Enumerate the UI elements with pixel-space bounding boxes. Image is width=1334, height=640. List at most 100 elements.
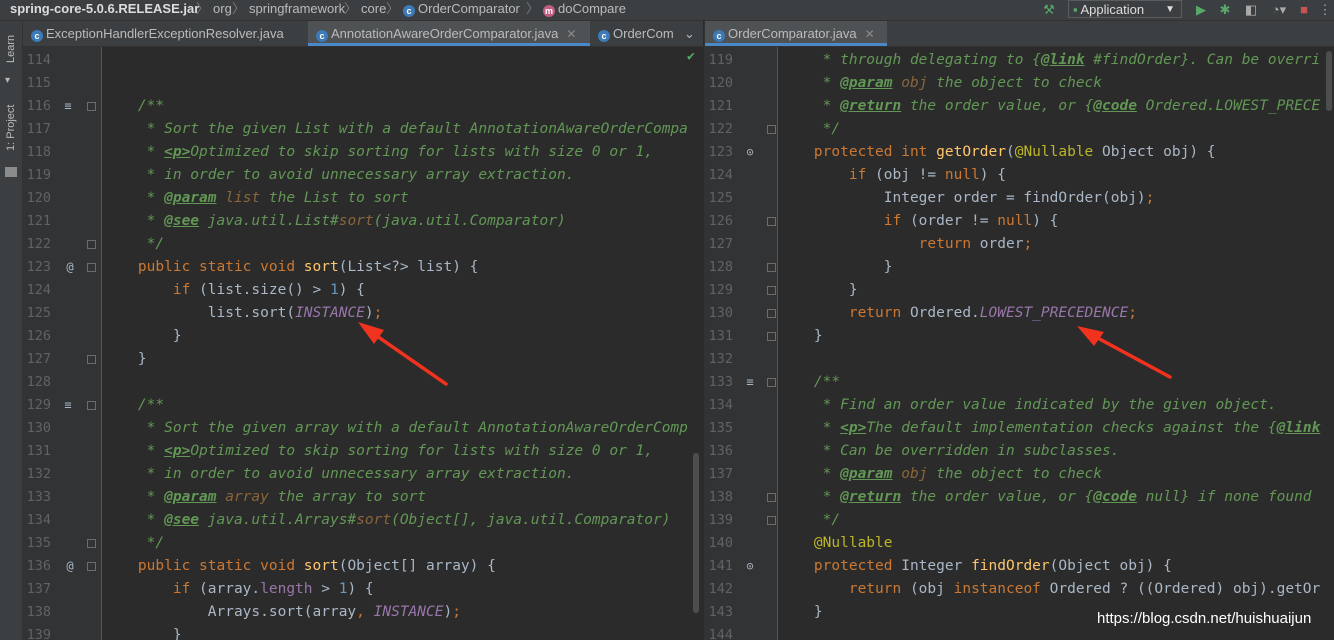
code-line[interactable]: */ xyxy=(779,118,840,141)
fold-marker-icon[interactable] xyxy=(87,401,96,410)
doc-comment-icon[interactable]: ≡ xyxy=(61,95,75,118)
learn-tab[interactable]: Learn xyxy=(2,27,20,71)
fold-marker-icon[interactable] xyxy=(87,539,96,548)
code-line[interactable]: } xyxy=(779,325,823,348)
close-icon[interactable]: ✕ xyxy=(865,27,875,41)
fold-marker-icon[interactable] xyxy=(767,217,776,226)
code-line[interactable]: @Nullable xyxy=(779,532,893,555)
code-line[interactable]: /** xyxy=(103,95,164,118)
tab-ordercomparator[interactable]: c OrderComparator.java ✕ xyxy=(705,21,887,46)
fold-marker-icon[interactable] xyxy=(87,263,96,272)
left-code-editor[interactable]: 114 115 116 /** 117 * Sort the given List w… xyxy=(23,47,703,640)
code-line[interactable]: return order; xyxy=(779,233,1033,256)
tab-annotationawareordercomparator[interactable]: c AnnotationAwareOrderComparator.java ✕ xyxy=(308,21,590,46)
tab-overflow-button[interactable]: ⌄ xyxy=(678,21,703,46)
breadcrumb-item-ordercomparator[interactable]: 〉 c OrderComparator xyxy=(382,0,520,20)
code-line[interactable]: * @param obj the object to check xyxy=(779,72,1102,95)
coverage-icon[interactable]: ◧ xyxy=(1242,1,1260,19)
code-line[interactable]: return Ordered.LOWEST_PRECEDENCE; xyxy=(779,302,1137,325)
code-line[interactable]: } xyxy=(779,256,893,279)
code-line[interactable]: * Find an order value indicated by the g… xyxy=(779,394,1277,417)
code-line[interactable]: } xyxy=(103,325,182,348)
right-code-editor[interactable]: 119 * through delegating to {@link #find… xyxy=(705,47,1334,640)
code-line[interactable]: } xyxy=(779,601,823,624)
fold-marker-icon[interactable] xyxy=(767,125,776,134)
fold-marker-icon[interactable] xyxy=(87,102,96,111)
fold-marker-icon[interactable] xyxy=(767,263,776,272)
code-line[interactable]: */ xyxy=(103,532,164,555)
stop-icon[interactable]: ■ xyxy=(1296,1,1312,19)
overridden-method-icon[interactable]: ⊙ xyxy=(743,141,757,164)
debug-icon[interactable]: ✱ xyxy=(1216,1,1234,19)
code-line[interactable]: } xyxy=(103,624,182,640)
overridden-method-icon[interactable]: ⊙ xyxy=(743,555,757,578)
fold-marker-icon[interactable] xyxy=(767,378,776,387)
code-line[interactable]: public static void sort(List<?> list) { xyxy=(103,256,479,279)
code-line[interactable]: * @see java.util.Arrays#sort(Object[], j… xyxy=(103,509,671,532)
code-line[interactable]: } xyxy=(103,348,147,371)
code-line[interactable]: if (array.length > 1) { xyxy=(103,578,374,601)
code-line[interactable]: Integer order = findOrder(obj); xyxy=(779,187,1155,210)
more-icon[interactable]: ⋮ xyxy=(1318,1,1332,19)
code-line[interactable]: if (obj != null) { xyxy=(779,164,1006,187)
code-line[interactable]: /** xyxy=(779,371,840,394)
run-icon[interactable]: ▶ xyxy=(1192,1,1210,19)
code-line[interactable]: if (order != null) { xyxy=(779,210,1059,233)
code-line[interactable]: } xyxy=(779,279,858,302)
right-scrollbar-thumb[interactable] xyxy=(1326,51,1332,111)
override-marker-icon[interactable]: @ xyxy=(63,256,77,279)
fold-marker-icon[interactable] xyxy=(767,493,776,502)
code-line[interactable]: list.sort(INSTANCE); xyxy=(103,302,383,325)
line-number: 119 xyxy=(708,52,733,68)
code-line[interactable]: * Can be overridden in subclasses. xyxy=(779,440,1120,463)
fold-marker-icon[interactable] xyxy=(767,286,776,295)
tab-ordercomparator-truncated[interactable]: c OrderCom xyxy=(590,21,678,46)
code-line[interactable]: Arrays.sort(array, INSTANCE); xyxy=(103,601,461,624)
tab-exceptionhandlerexceptionresolver[interactable]: c ExceptionHandlerExceptionResolver.java xyxy=(23,21,308,46)
fold-marker-icon[interactable] xyxy=(767,332,776,341)
breadcrumb-item-org[interactable]: 〉 org xyxy=(192,0,232,20)
code-line[interactable]: * Sort the given List with a default Ann… xyxy=(103,118,688,141)
build-hammer-icon[interactable]: ⚒ xyxy=(1040,1,1058,19)
code-line[interactable]: * <p>Optimized to skip sorting for lists… xyxy=(103,440,653,463)
fold-marker-icon[interactable] xyxy=(87,355,96,364)
fold-marker-icon[interactable] xyxy=(767,516,776,525)
code-line[interactable]: if (list.size() > 1) { xyxy=(103,279,365,302)
code-token: return xyxy=(779,236,980,252)
fold-marker-icon[interactable] xyxy=(767,309,776,318)
code-line[interactable]: * Sort the given array with a default An… xyxy=(103,417,688,440)
code-line[interactable]: * @param list the List to sort xyxy=(103,187,409,210)
left-scrollbar-thumb[interactable] xyxy=(693,453,699,613)
breadcrumb-item-springframework[interactable]: 〉 springframework xyxy=(228,0,345,20)
close-icon[interactable]: ✕ xyxy=(566,27,576,41)
code-line[interactable]: public static void sort(Object[] array) … xyxy=(103,555,496,578)
fold-marker-icon[interactable] xyxy=(87,562,96,571)
breadcrumb-jar[interactable]: spring-core-5.0.6.RELEASE.jar xyxy=(10,0,199,20)
breadcrumb-item-core[interactable]: 〉 core xyxy=(340,0,386,20)
doc-comment-icon[interactable]: ≡ xyxy=(743,371,757,394)
project-tab[interactable]: 1: Project xyxy=(2,95,20,161)
code-line[interactable]: * @param array the array to sort xyxy=(103,486,426,509)
breadcrumb-item-docompare[interactable]: 〉 m doCompare xyxy=(522,0,626,20)
code-line[interactable]: protected Integer findOrder(Object obj) … xyxy=(779,555,1172,578)
code-line[interactable]: * @return the order value, or {@code nul… xyxy=(779,486,1312,509)
code-line[interactable]: * @param obj the object to check xyxy=(779,463,1102,486)
code-line[interactable]: * <p>Optimized to skip sorting for lists… xyxy=(103,141,653,164)
fold-marker-icon[interactable] xyxy=(87,240,96,249)
code-line[interactable]: /** xyxy=(103,394,164,417)
code-line[interactable]: * @return the order value, or {@code Ord… xyxy=(779,95,1321,118)
override-marker-icon[interactable]: @ xyxy=(63,555,77,578)
code-line[interactable]: return (obj instanceof Ordered ? ((Order… xyxy=(779,578,1320,601)
code-line[interactable]: * in order to avoid unnecessary array ex… xyxy=(103,164,575,187)
code-line[interactable]: */ xyxy=(103,233,164,256)
code-line[interactable]: * in order to avoid unnecessary array ex… xyxy=(103,463,575,486)
doc-comment-icon[interactable]: ≡ xyxy=(61,394,75,417)
code-line[interactable]: * <p>The default implementation checks a… xyxy=(779,417,1321,440)
run-configuration-select[interactable]: ▪ Application ▼ xyxy=(1068,0,1182,18)
code-token: Object obj) { xyxy=(1093,144,1216,160)
code-line[interactable]: protected int getOrder(@Nullable Object … xyxy=(779,141,1216,164)
profile-icon[interactable]: ◔▾ xyxy=(1268,1,1290,19)
code-line[interactable]: * @see java.util.List#sort(java.util.Com… xyxy=(103,210,566,233)
code-line[interactable]: * through delegating to {@link #findOrde… xyxy=(779,49,1321,72)
code-line[interactable]: */ xyxy=(779,509,840,532)
